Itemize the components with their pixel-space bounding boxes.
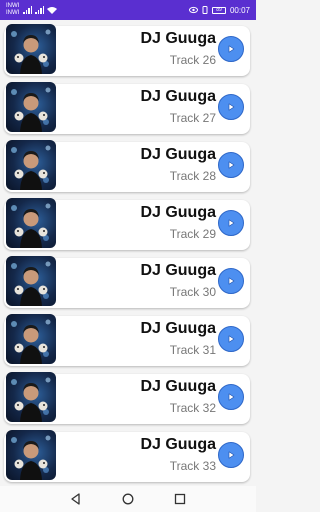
artist-name: DJ Guuga xyxy=(140,88,216,105)
signal-icon xyxy=(23,6,33,14)
album-art-image xyxy=(6,82,56,132)
navigation-bar xyxy=(0,486,256,512)
play-button[interactable] xyxy=(218,36,244,62)
track-card[interactable]: DJ Guuga Track 32 xyxy=(4,372,250,424)
play-icon xyxy=(228,277,235,285)
artist-name: DJ Guuga xyxy=(140,146,216,163)
track-title: Track 30 xyxy=(169,285,216,299)
play-icon xyxy=(228,161,235,169)
vibrate-icon xyxy=(202,6,208,14)
carrier-top: INWI xyxy=(6,3,20,9)
album-art-image xyxy=(6,372,56,422)
play-icon xyxy=(228,45,235,53)
carrier-label: INWI INWI xyxy=(6,3,19,17)
track-card[interactable]: DJ Guuga Track 27 xyxy=(4,82,250,134)
album-art-image xyxy=(6,256,56,306)
play-icon xyxy=(228,451,235,459)
eye-icon xyxy=(188,6,198,14)
recents-button[interactable] xyxy=(172,491,188,507)
track-card[interactable]: DJ Guuga Track 26 xyxy=(4,24,250,76)
track-title: Track 31 xyxy=(169,343,216,357)
artist-name: DJ Guuga xyxy=(140,320,216,337)
signal-icon-2 xyxy=(35,6,45,14)
status-bar: INWI INWI 89 00:07 xyxy=(0,0,256,20)
track-card[interactable]: DJ Guuga Track 29 xyxy=(4,198,250,250)
track-card[interactable]: DJ Guuga Track 31 xyxy=(4,314,250,366)
album-art-image xyxy=(6,24,56,74)
play-icon xyxy=(228,393,235,401)
home-icon xyxy=(122,493,134,505)
play-button[interactable] xyxy=(218,94,244,120)
track-card[interactable]: DJ Guuga Track 33 xyxy=(4,430,250,482)
track-title: Track 33 xyxy=(169,459,216,473)
album-art-image xyxy=(6,140,56,190)
album-art-image xyxy=(6,430,56,480)
status-time: 00:07 xyxy=(229,5,250,15)
play-icon xyxy=(228,219,235,227)
play-icon xyxy=(228,335,235,343)
artist-name: DJ Guuga xyxy=(140,30,216,47)
play-button[interactable] xyxy=(218,152,244,178)
play-icon xyxy=(228,103,235,111)
play-button[interactable] xyxy=(218,326,244,352)
track-card[interactable]: DJ Guuga Track 28 xyxy=(4,140,250,192)
artist-name: DJ Guuga xyxy=(140,378,216,395)
track-title: Track 26 xyxy=(169,53,216,67)
artist-name: DJ Guuga xyxy=(140,262,216,279)
carrier-bottom: INWI xyxy=(6,10,20,16)
back-button[interactable] xyxy=(68,491,84,507)
track-title: Track 27 xyxy=(169,111,216,125)
play-button[interactable] xyxy=(218,210,244,236)
play-button[interactable] xyxy=(218,442,244,468)
battery-level: 89 xyxy=(216,7,222,13)
battery-icon: 89 xyxy=(211,6,226,14)
track-title: Track 29 xyxy=(169,227,216,241)
play-button[interactable] xyxy=(218,384,244,410)
track-list[interactable]: DJ Guuga Track 26 DJ Guuga Track 27 DJ G… xyxy=(0,20,256,486)
home-button[interactable] xyxy=(120,491,136,507)
artist-name: DJ Guuga xyxy=(140,436,216,453)
track-title: Track 32 xyxy=(169,401,216,415)
track-title: Track 28 xyxy=(169,169,216,183)
album-art-image xyxy=(6,198,56,248)
track-card[interactable]: DJ Guuga Track 30 xyxy=(4,256,250,308)
recents-icon xyxy=(174,493,186,505)
back-icon xyxy=(71,493,80,505)
play-button[interactable] xyxy=(218,268,244,294)
artist-name: DJ Guuga xyxy=(140,204,216,221)
wifi-icon xyxy=(47,7,58,14)
album-art-image xyxy=(6,314,56,364)
